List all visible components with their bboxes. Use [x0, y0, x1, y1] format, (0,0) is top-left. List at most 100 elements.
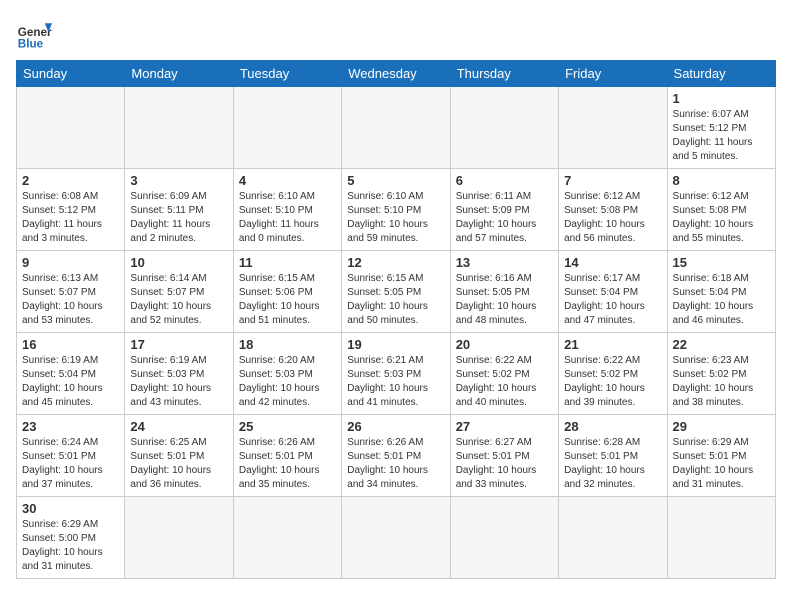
day-info: Sunrise: 6:24 AM Sunset: 5:01 PM Dayligh… [22, 436, 119, 492]
day-number: 1 [673, 91, 770, 106]
svg-text:Blue: Blue [18, 38, 44, 51]
calendar-cell [450, 87, 558, 169]
day-info: Sunrise: 6:20 AM Sunset: 5:03 PM Dayligh… [239, 354, 336, 410]
calendar-cell: 5 Sunrise: 6:10 AM Sunset: 5:10 PM Daylig… [342, 169, 450, 251]
day-number: 10 [130, 255, 227, 270]
day-number: 25 [239, 419, 336, 434]
day-number: 14 [564, 255, 661, 270]
weekday-header-sunday: Sunday [17, 61, 125, 87]
calendar-cell: 25 Sunrise: 6:26 AM Sunset: 5:01 PM Dayli… [233, 415, 341, 497]
day-info: Sunrise: 6:19 AM Sunset: 5:03 PM Dayligh… [130, 354, 227, 410]
day-info: Sunrise: 6:10 AM Sunset: 5:10 PM Dayligh… [347, 190, 444, 246]
day-number: 6 [456, 173, 553, 188]
calendar-cell: 29 Sunrise: 6:29 AM Sunset: 5:01 PM Dayli… [667, 415, 775, 497]
day-info: Sunrise: 6:12 AM Sunset: 5:08 PM Dayligh… [564, 190, 661, 246]
calendar-cell [233, 87, 341, 169]
calendar-cell: 19Sunrise: 6:21 AM Sunset: 5:03 PM Dayli… [342, 333, 450, 415]
day-number: 12 [347, 255, 444, 270]
calendar-cell: 4Sunrise: 6:10 AM Sunset: 5:10 PM Daylig… [233, 169, 341, 251]
calendar-cell: 6 Sunrise: 6:11 AM Sunset: 5:09 PM Daylig… [450, 169, 558, 251]
day-info: Sunrise: 6:29 AM Sunset: 5:01 PM Dayligh… [673, 436, 770, 492]
day-number: 4 [239, 173, 336, 188]
calendar-cell: 12Sunrise: 6:15 AM Sunset: 5:05 PM Dayli… [342, 251, 450, 333]
day-number: 13 [456, 255, 553, 270]
weekday-header-saturday: Saturday [667, 61, 775, 87]
day-info: Sunrise: 6:29 AM Sunset: 5:00 PM Dayligh… [22, 518, 119, 574]
calendar-cell [17, 87, 125, 169]
day-info: Sunrise: 6:14 AM Sunset: 5:07 PM Dayligh… [130, 272, 227, 328]
day-number: 3 [130, 173, 227, 188]
calendar-cell: 21Sunrise: 6:22 AM Sunset: 5:02 PM Dayli… [559, 333, 667, 415]
day-info: Sunrise: 6:25 AM Sunset: 5:01 PM Dayligh… [130, 436, 227, 492]
calendar-cell: 8 Sunrise: 6:12 AM Sunset: 5:08 PM Daylig… [667, 169, 775, 251]
day-number: 16 [22, 337, 119, 352]
calendar-cell: 22 Sunrise: 6:23 AM Sunset: 5:02 PM Dayli… [667, 333, 775, 415]
page-header: General Blue [16, 16, 776, 52]
day-info: Sunrise: 6:12 AM Sunset: 5:08 PM Dayligh… [673, 190, 770, 246]
calendar-cell: 27 Sunrise: 6:27 AM Sunset: 5:01 PM Dayli… [450, 415, 558, 497]
day-info: Sunrise: 6:16 AM Sunset: 5:05 PM Dayligh… [456, 272, 553, 328]
day-number: 5 [347, 173, 444, 188]
calendar-cell [125, 497, 233, 579]
calendar-cell: 7 Sunrise: 6:12 AM Sunset: 5:08 PM Daylig… [559, 169, 667, 251]
day-number: 7 [564, 173, 661, 188]
day-number: 21 [564, 337, 661, 352]
day-number: 28 [564, 419, 661, 434]
day-info: Sunrise: 6:18 AM Sunset: 5:04 PM Dayligh… [673, 272, 770, 328]
day-info: Sunrise: 6:27 AM Sunset: 5:01 PM Dayligh… [456, 436, 553, 492]
calendar-cell: 16 Sunrise: 6:19 AM Sunset: 5:04 PM Dayli… [17, 333, 125, 415]
day-number: 8 [673, 173, 770, 188]
calendar-cell: 14 Sunrise: 6:17 AM Sunset: 5:04 PM Dayli… [559, 251, 667, 333]
day-number: 11 [239, 255, 336, 270]
day-number: 20 [456, 337, 553, 352]
day-number: 19 [347, 337, 444, 352]
calendar-cell: 26 Sunrise: 6:26 AM Sunset: 5:01 PM Dayli… [342, 415, 450, 497]
day-number: 30 [22, 501, 119, 516]
weekday-header-thursday: Thursday [450, 61, 558, 87]
weekday-header-tuesday: Tuesday [233, 61, 341, 87]
day-info: Sunrise: 6:28 AM Sunset: 5:01 PM Dayligh… [564, 436, 661, 492]
weekday-header-friday: Friday [559, 61, 667, 87]
day-info: Sunrise: 6:15 AM Sunset: 5:06 PM Dayligh… [239, 272, 336, 328]
calendar-table: SundayMondayTuesdayWednesdayThursdayFrid… [16, 60, 776, 579]
calendar-cell [559, 87, 667, 169]
weekday-header-wednesday: Wednesday [342, 61, 450, 87]
logo: General Blue [16, 16, 56, 52]
day-info: Sunrise: 6:09 AM Sunset: 5:11 PM Dayligh… [130, 190, 227, 246]
day-number: 9 [22, 255, 119, 270]
day-number: 27 [456, 419, 553, 434]
day-info: Sunrise: 6:19 AM Sunset: 5:04 PM Dayligh… [22, 354, 119, 410]
calendar-cell [342, 497, 450, 579]
day-info: Sunrise: 6:22 AM Sunset: 5:02 PM Dayligh… [456, 354, 553, 410]
calendar-cell: 17 Sunrise: 6:19 AM Sunset: 5:03 PM Dayli… [125, 333, 233, 415]
day-number: 29 [673, 419, 770, 434]
calendar-cell: 2Sunrise: 6:08 AM Sunset: 5:12 PM Daylig… [17, 169, 125, 251]
calendar-cell: 11 Sunrise: 6:15 AM Sunset: 5:06 PM Dayli… [233, 251, 341, 333]
day-info: Sunrise: 6:13 AM Sunset: 5:07 PM Dayligh… [22, 272, 119, 328]
calendar-cell [233, 497, 341, 579]
calendar-cell: 24 Sunrise: 6:25 AM Sunset: 5:01 PM Dayli… [125, 415, 233, 497]
day-info: Sunrise: 6:26 AM Sunset: 5:01 PM Dayligh… [239, 436, 336, 492]
calendar-cell [342, 87, 450, 169]
day-number: 26 [347, 419, 444, 434]
day-number: 23 [22, 419, 119, 434]
weekday-header-monday: Monday [125, 61, 233, 87]
day-info: Sunrise: 6:17 AM Sunset: 5:04 PM Dayligh… [564, 272, 661, 328]
day-number: 2 [22, 173, 119, 188]
day-info: Sunrise: 6:26 AM Sunset: 5:01 PM Dayligh… [347, 436, 444, 492]
calendar-cell: 20 Sunrise: 6:22 AM Sunset: 5:02 PM Dayli… [450, 333, 558, 415]
day-number: 22 [673, 337, 770, 352]
calendar-cell [125, 87, 233, 169]
calendar-cell: 28 Sunrise: 6:28 AM Sunset: 5:01 PM Dayli… [559, 415, 667, 497]
day-info: Sunrise: 6:07 AM Sunset: 5:12 PM Dayligh… [673, 108, 770, 164]
logo-icon: General Blue [16, 16, 52, 52]
day-info: Sunrise: 6:11 AM Sunset: 5:09 PM Dayligh… [456, 190, 553, 246]
calendar-cell: 18Sunrise: 6:20 AM Sunset: 5:03 PM Dayli… [233, 333, 341, 415]
day-number: 17 [130, 337, 227, 352]
calendar-cell [559, 497, 667, 579]
calendar-cell: 1 Sunrise: 6:07 AM Sunset: 5:12 PM Daylig… [667, 87, 775, 169]
calendar-cell: 10 Sunrise: 6:14 AM Sunset: 5:07 PM Dayli… [125, 251, 233, 333]
day-number: 24 [130, 419, 227, 434]
calendar-cell: 23 Sunrise: 6:24 AM Sunset: 5:01 PM Dayli… [17, 415, 125, 497]
day-info: Sunrise: 6:23 AM Sunset: 5:02 PM Dayligh… [673, 354, 770, 410]
